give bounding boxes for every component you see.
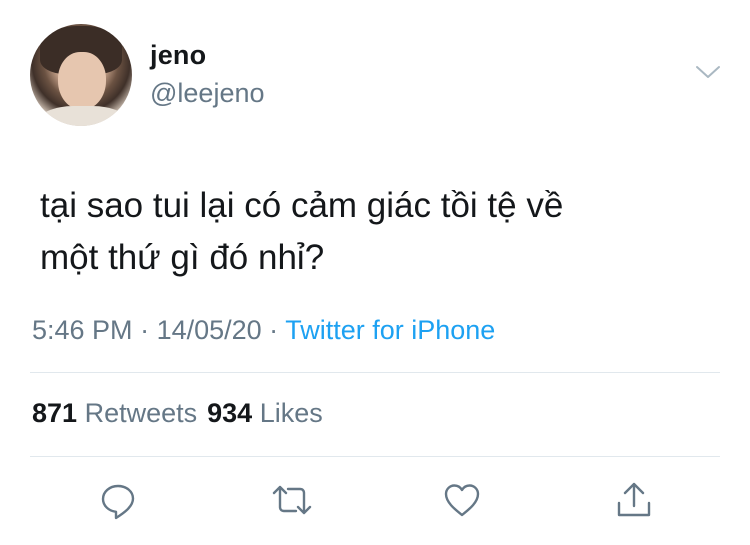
tweet-text-line-2: một thứ gì đó nhỉ? (40, 238, 325, 277)
retweets-count: 871 (32, 398, 78, 428)
tweet-text-line-1: tại sao tui lại có cảm giác tồi tệ về (40, 186, 564, 225)
reply-icon[interactable] (96, 478, 140, 522)
tweet-text: tại sao tui lại có cảm giác tồi tệ về mộ… (40, 180, 720, 284)
avatar[interactable] (30, 24, 132, 126)
likes-stat[interactable]: 934 Likes (207, 398, 323, 428)
tweet-source-link[interactable]: Twitter for iPhone (285, 315, 495, 345)
display-name[interactable]: jeno (150, 40, 206, 71)
retweets-label: Retweets (84, 398, 198, 428)
tweet-stats: 871 Retweets 934 Likes (32, 398, 323, 429)
tweet-meta: 5:46 PM · 14/05/20 · Twitter for iPhone (32, 315, 495, 346)
retweets-stat[interactable]: 871 Retweets (32, 398, 197, 428)
likes-label: Likes (259, 398, 323, 428)
user-handle[interactable]: @leejeno (150, 78, 265, 109)
chevron-down-icon[interactable] (694, 62, 722, 82)
share-icon[interactable] (612, 478, 656, 522)
likes-count: 934 (207, 398, 253, 428)
divider (30, 456, 720, 457)
retweet-icon[interactable] (270, 478, 314, 522)
meta-separator: · (132, 315, 157, 345)
avatar-shirt (38, 106, 128, 126)
tweet-date: 14/05/20 (156, 315, 262, 345)
tweet-time: 5:46 PM (32, 315, 133, 345)
meta-separator: · (261, 315, 286, 345)
avatar-face (58, 52, 106, 110)
heart-icon[interactable] (440, 478, 484, 522)
divider (30, 372, 720, 373)
